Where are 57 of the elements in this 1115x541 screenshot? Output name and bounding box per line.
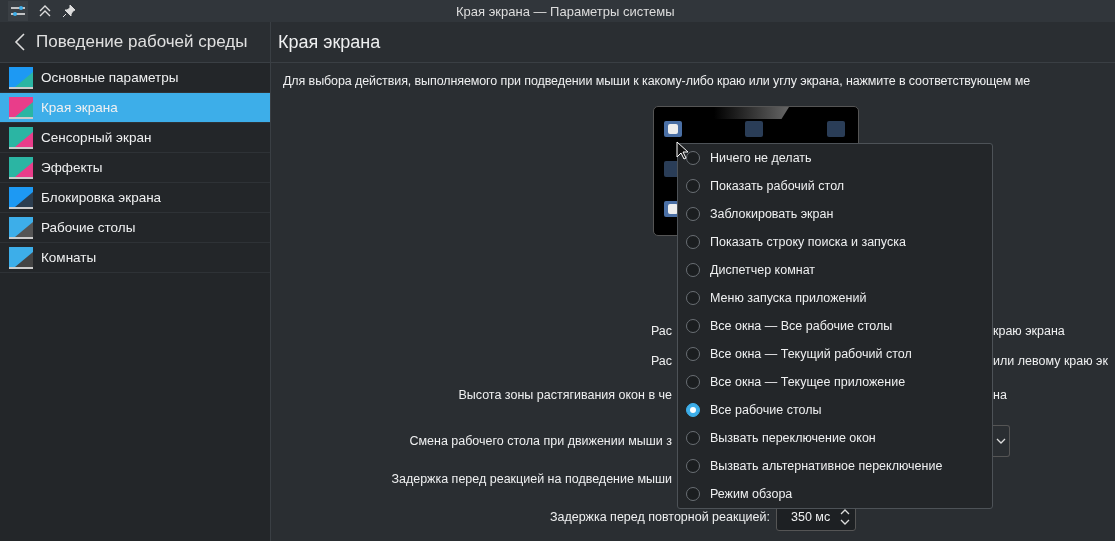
setting-label: Рас	[649, 324, 672, 338]
pin-icon[interactable]	[62, 4, 76, 18]
radio-button[interactable]	[686, 459, 700, 473]
radio-button[interactable]	[686, 403, 700, 417]
radio-button[interactable]	[686, 319, 700, 333]
radio-button[interactable]	[686, 347, 700, 361]
corner-button[interactable]	[664, 121, 682, 137]
radio-button[interactable]	[686, 263, 700, 277]
module-icon	[9, 215, 33, 240]
setting-label: или левому краю эк	[993, 354, 1108, 368]
radio-button[interactable]	[686, 291, 700, 305]
setting-label: Смена рабочего стола при движении мыши з	[408, 434, 672, 448]
radio-button[interactable]	[686, 375, 700, 389]
radio-button[interactable]	[686, 207, 700, 221]
radio-button[interactable]	[686, 431, 700, 445]
module-icon	[9, 155, 33, 180]
window-title: Края экрана — Параметры системы	[456, 3, 675, 19]
setting-label: Задержка перед реакцией на подведение мыши	[390, 472, 672, 486]
menu-item[interactable]: Заблокировать экран	[678, 200, 992, 228]
module-icon	[9, 65, 33, 90]
menu-item[interactable]: Все рабочие столы	[678, 396, 992, 424]
page-title: Края экрана	[278, 31, 381, 53]
radio-button[interactable]	[686, 235, 700, 249]
back-icon[interactable]	[14, 32, 26, 52]
module-icon	[9, 245, 33, 270]
menu-item[interactable]: Все окна — Текущее приложение	[678, 368, 992, 396]
radio-button[interactable]	[686, 487, 700, 501]
settings-icon[interactable]	[8, 1, 28, 21]
spin-arrows-icon[interactable]	[840, 508, 850, 526]
sidebar-item[interactable]: Рабочие столы	[0, 213, 270, 243]
sidebar-item[interactable]: Эффекты	[0, 153, 270, 183]
setting-label: краю экрана	[993, 324, 1065, 338]
menu-item[interactable]: Показать рабочий стол	[678, 172, 992, 200]
radio-button[interactable]	[686, 151, 700, 165]
setting-label: Высота зоны растягивания окон в че	[457, 388, 672, 402]
setting-label: Рас	[649, 354, 672, 368]
sidebar-item[interactable]: Комнаты	[0, 243, 270, 273]
sidebar-title: Поведение рабочей среды	[36, 32, 248, 52]
chevrons-up-icon[interactable]	[38, 4, 52, 18]
sidebar-item[interactable]: Сенсорный экран	[0, 123, 270, 153]
module-icon	[9, 125, 33, 150]
sidebar-item[interactable]: Блокировка экрана	[0, 183, 270, 213]
menu-item[interactable]: Вызвать альтернативное переключение	[678, 452, 992, 480]
menu-item[interactable]: Все окна — Все рабочие столы	[678, 312, 992, 340]
description-text: Для выбора действия, выполняемого при подведении мыши к какому-либо краю или углу экрана, нажмите в соответствующем ме	[283, 74, 1032, 88]
module-icon	[9, 95, 33, 120]
module-icon	[9, 185, 33, 210]
mouse-cursor-icon	[676, 141, 690, 161]
menu-item[interactable]: Все окна — Текущий рабочий стол	[678, 340, 992, 368]
chevron-down-icon	[996, 438, 1006, 444]
menu-item[interactable]: Показать строку поиска и запуска	[678, 228, 992, 256]
radio-button[interactable]	[686, 179, 700, 193]
menu-item[interactable]: Диспетчер комнат	[678, 256, 992, 284]
setting-label: Задержка перед повторной реакцией:	[548, 510, 770, 524]
menu-item[interactable]: Меню запуска приложений	[678, 284, 992, 312]
setting-label: на	[993, 388, 1007, 402]
menu-item[interactable]: Вызвать переключение окон	[678, 424, 992, 452]
